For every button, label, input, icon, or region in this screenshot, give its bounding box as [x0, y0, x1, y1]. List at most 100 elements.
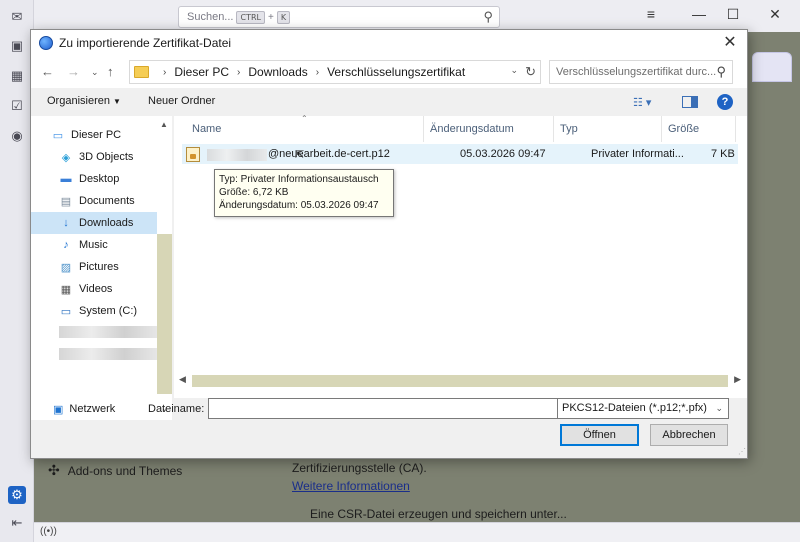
nav-scroll-thumb[interactable] — [157, 234, 172, 394]
nav-label: Netzwerk — [69, 403, 116, 415]
recent-chevron-icon[interactable]: ⌄ — [91, 67, 99, 78]
chevron-down-icon: ⌄ — [715, 403, 723, 413]
settings-icon[interactable]: ⚙ — [8, 486, 26, 504]
nav-videos[interactable]: ▦ Videos — [31, 278, 157, 300]
filename-input[interactable]: ⌄ — [208, 398, 574, 419]
global-search-input[interactable]: Suchen... CTRL + K ⚲ — [178, 6, 500, 28]
app-menu-icon[interactable]: ≡ — [636, 6, 666, 22]
refresh-icon[interactable]: ↻ — [525, 64, 536, 80]
minimize-icon[interactable]: — — [684, 6, 714, 22]
music-icon: ♪ — [63, 239, 69, 251]
file-type: Privater Informati... — [591, 148, 684, 160]
column-name-label: Name — [192, 123, 222, 135]
open-button[interactable]: Öffnen — [560, 424, 639, 446]
new-folder-button[interactable]: Neuer Ordner — [148, 95, 215, 107]
column-type[interactable]: Typ — [554, 116, 662, 142]
nav-music[interactable]: ♪ Music — [31, 234, 157, 256]
breadcrumb-downloads[interactable]: Downloads — [248, 65, 307, 79]
nav-label: 3D Objects — [79, 151, 134, 163]
calendar-icon[interactable]: ▦ — [9, 68, 25, 84]
computer-icon: ▭ — [52, 129, 64, 142]
scroll-right-icon[interactable]: ▶ — [734, 374, 741, 385]
horizontal-scrollbar[interactable]: ◀ ▶ — [174, 374, 747, 388]
file-row[interactable]: @neuearbeit.de-cert.p12 05.03.2026 09:47… — [182, 144, 738, 164]
nav-scrollbar[interactable]: ▲ — [157, 116, 172, 398]
forward-icon[interactable]: → — [67, 64, 80, 79]
file-type-value: PKCS12-Dateien (*.p12;*.pfx) — [562, 402, 707, 414]
redacted-nav-item — [59, 348, 157, 360]
folder-search-placeholder: Verschlüsselungszertifikat durc... — [556, 66, 717, 78]
close-window-icon[interactable]: ✕ — [760, 6, 790, 23]
crumb-separator-icon: › — [163, 66, 167, 78]
crumb-separator-icon: › — [237, 66, 241, 78]
file-type-select[interactable]: PKCS12-Dateien (*.p12;*.pfx) ⌄ — [557, 398, 729, 419]
nav-3d-objects[interactable]: ◈ 3D Objects — [31, 146, 157, 168]
chat-icon[interactable]: ◉ — [9, 128, 25, 144]
nav-documents[interactable]: ▤ Documents — [31, 190, 157, 212]
addons-item[interactable]: ✣ Add-ons und Themes — [48, 462, 182, 479]
column-size-label: Größe — [668, 123, 700, 135]
nav-label: Downloads — [79, 217, 134, 229]
videos-icon: ▦ — [60, 283, 72, 296]
horizontal-scroll-thumb[interactable] — [192, 375, 728, 387]
mail-icon[interactable]: ✉ — [9, 9, 25, 25]
close-icon[interactable]: ✕ — [719, 33, 741, 53]
up-icon[interactable]: ↑ — [107, 64, 114, 79]
shortcut-key: K — [276, 10, 291, 24]
cancel-button[interactable]: Abbrechen — [650, 424, 728, 446]
command-bar: Organisieren ▼ Neuer Ordner ☷ ▾ ? — [31, 88, 747, 116]
more-info-link[interactable]: Weitere Informationen — [292, 479, 410, 493]
scroll-left-icon[interactable]: ◀ — [179, 374, 186, 385]
nav-pictures[interactable]: ▨ Pictures — [31, 256, 157, 278]
resize-grip-icon[interactable]: ⋰ — [738, 447, 746, 456]
address-row: ← → ⌄ ↑ › Dieser PC › Downloads › Versch… — [31, 56, 747, 88]
column-name[interactable]: Name — [186, 116, 424, 142]
navigation-pane: ▭ Dieser PC ◈ 3D Objects ▬ Desktop ▤ Doc… — [31, 116, 172, 398]
file-tooltip: Typ: Privater Informationsaustausch Größ… — [214, 169, 394, 217]
chevron-down-icon[interactable]: ⌄ — [510, 65, 518, 76]
shortcut-plus: + — [267, 11, 274, 23]
back-icon[interactable]: ← — [41, 64, 54, 79]
nav-label: Pictures — [79, 261, 119, 273]
maximize-icon[interactable]: ☐ — [718, 6, 748, 23]
shortcut-ctrl: CTRL — [236, 10, 265, 24]
redacted-filename — [207, 149, 267, 161]
file-size: 7 KB — [711, 148, 735, 160]
certificate-file-icon — [186, 147, 200, 162]
crumb-separator-icon: › — [315, 66, 320, 78]
help-icon[interactable]: ? — [717, 94, 733, 110]
breadcrumb-this-pc[interactable]: Dieser PC — [174, 65, 229, 79]
file-open-dialog: Zu importierende Zertifikat-Datei ✕ ← → … — [30, 29, 748, 459]
status-bar: ((•)) — [34, 522, 800, 542]
tooltip-size: Größe: 6,72 KB — [219, 187, 289, 198]
tooltip-type: Typ: Privater Informationsaustausch — [219, 174, 379, 185]
nav-desktop[interactable]: ▬ Desktop — [31, 168, 157, 190]
preview-pane-icon[interactable] — [682, 96, 698, 108]
csr-text: Eine CSR-Datei erzeugen und speichern un… — [310, 507, 567, 521]
address-book-icon[interactable]: ▣ — [9, 38, 25, 54]
column-size[interactable]: Größe — [662, 116, 736, 142]
organize-button[interactable]: Organisieren ▼ — [47, 95, 121, 107]
nav-label: Documents — [79, 195, 135, 207]
documents-icon: ▤ — [60, 195, 72, 208]
folder-search-input[interactable]: Verschlüsselungszertifikat durc... ⚲ — [549, 60, 733, 84]
file-date: 05.03.2026 09:47 — [460, 148, 546, 160]
collapse-spaces-icon[interactable]: ⇤ — [9, 515, 25, 531]
tasks-icon[interactable]: ☑ — [9, 98, 25, 114]
connection-icon: ((•)) — [40, 526, 57, 537]
nav-this-pc[interactable]: ▭ Dieser PC — [31, 124, 157, 146]
nav-label: Desktop — [79, 173, 120, 185]
address-bar[interactable]: › Dieser PC › Downloads › Verschlüsselun… — [129, 60, 541, 84]
column-date[interactable]: Änderungsdatum — [424, 116, 554, 142]
3d-objects-icon: ◈ — [61, 151, 71, 164]
nav-downloads[interactable]: ↓ Downloads — [31, 212, 157, 234]
puzzle-icon: ✣ — [48, 462, 60, 478]
scroll-up-icon[interactable]: ▲ — [160, 120, 168, 129]
view-options-icon[interactable]: ☷ ▾ — [633, 96, 651, 109]
breadcrumb-folder[interactable]: Verschlüsselungszertifikat — [327, 65, 465, 79]
search-icon: ⚲ — [483, 9, 493, 24]
dropdown-arrow-icon: ▼ — [113, 97, 121, 106]
desktop-icon: ▬ — [60, 173, 72, 185]
nav-system-drive[interactable]: ▭ System (C:) — [31, 300, 157, 322]
drive-icon: ▭ — [60, 305, 72, 318]
